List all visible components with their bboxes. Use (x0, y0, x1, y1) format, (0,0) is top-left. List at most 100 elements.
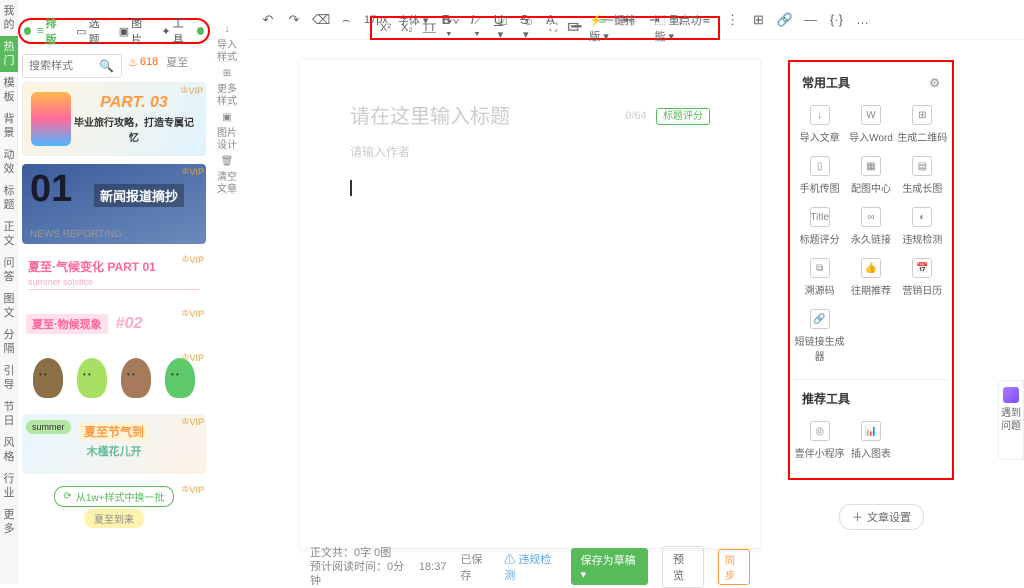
tt-button[interactable]: T̲T̲ (423, 22, 436, 34)
slash-button[interactable]: ⟋ ▾ (474, 15, 487, 41)
nav-guide[interactable]: 引导 (0, 360, 18, 396)
infinity-icon: ∞ (861, 207, 881, 227)
title-score-button[interactable]: 标题评分 (656, 108, 710, 125)
checkbox-button[interactable]: ☑ ▾ (498, 15, 513, 41)
table-button[interactable]: ⊞ (750, 12, 766, 28)
nav-industry[interactable]: 行业 (0, 468, 18, 504)
article-settings-button[interactable]: ＋ 文章设置 (839, 504, 924, 530)
text-count: 0字 0图 (354, 547, 391, 559)
tool-insert-chart[interactable]: 📊插入图表 (845, 417, 896, 464)
tool-icon: ✦ (161, 25, 170, 38)
template-card-2[interactable]: VIP 01 新闻报道摘抄 NEWS REPORTING (22, 164, 206, 244)
superscript-button[interactable]: X² (380, 22, 391, 34)
tool-permalink[interactable]: ∞永久链接 (845, 203, 896, 250)
grid-icon: ⊞ (220, 68, 234, 82)
search-input[interactable] (29, 60, 99, 72)
one-click-layout-button[interactable]: ⚡一键排版 ▾ (589, 12, 644, 44)
caret-button[interactable]: ⩒⩒ ▾ (446, 15, 464, 41)
common-tools-title: 常用工具 (802, 74, 850, 91)
card3-title: 夏至·气候变化 PART 01 (28, 258, 200, 275)
save-draft-button[interactable]: 保存为草稿 ▾ (571, 548, 648, 585)
cartoon-figure-4-icon (165, 358, 195, 398)
nav-motion[interactable]: 动效 (0, 144, 18, 180)
tab-tool[interactable]: ✦工具 (155, 15, 197, 47)
vip-badge: VIP (181, 484, 204, 495)
sec-import-style[interactable]: ↓导入样式 (214, 18, 240, 62)
template-card-5[interactable]: VIP (22, 350, 206, 406)
tool-qrcode[interactable]: ⊞生成二维码 (897, 101, 948, 148)
nav-title[interactable]: 标题 (0, 180, 18, 216)
sync-button[interactable]: 同步 (718, 549, 750, 585)
template-card-6[interactable]: VIP summer 夏至节气到 木槿花儿开 (22, 414, 206, 474)
author-input[interactable]: 请输入作者 (350, 143, 710, 160)
tool-import-word[interactable]: W导入Word (845, 101, 896, 148)
template-card-1[interactable]: VIP PART. 03 毕业旅行攻略，打造专属记忆 (22, 82, 206, 156)
tab-image[interactable]: ▣图片 (113, 15, 156, 47)
link-button[interactable]: 🔗 (776, 12, 792, 28)
key-features-button[interactable]: ⬚ 重点功能 ▾ (654, 12, 710, 44)
preview-button[interactable]: 预览 (662, 546, 704, 588)
tool-image-center[interactable]: ▦配图中心 (845, 152, 896, 199)
card6-subtitle: 木槿花儿开 (30, 443, 198, 459)
image-insert-button[interactable]: 🖾 (567, 19, 579, 38)
more-button[interactable]: … (854, 12, 870, 28)
nav-hot[interactable]: 热门 (0, 36, 18, 72)
card3-subtitle: summer solstice (28, 277, 200, 287)
help-float[interactable]: 遇到问题 (998, 380, 1024, 460)
title-input[interactable]: 请在这里输入标题 (350, 100, 510, 129)
tab-topic[interactable]: ▭选题 (70, 15, 113, 47)
sec-clear[interactable]: 🗑清空文章 (214, 150, 240, 194)
common-tools-grid: ↓导入文章 W导入Word ⊞生成二维码 ▯手机传图 ▦配图中心 ▤生成长图 T… (794, 95, 948, 373)
popsicle-icon (31, 92, 71, 146)
import-icon: ↓ (220, 24, 234, 38)
tool-shortlink[interactable]: 🔗短链接生成器 (794, 305, 845, 367)
vip-badge: VIP (181, 254, 204, 265)
tool-past-rec[interactable]: 👍往期推荐 (845, 254, 896, 301)
violation-check-link[interactable]: ⚠ 违规检测 (504, 551, 556, 583)
search-icon[interactable]: 🔍 (99, 59, 114, 73)
nav-imgtxt[interactable]: 图文 (0, 288, 18, 324)
tool-import-article[interactable]: ↓导入文章 (794, 101, 845, 148)
fullscreen-button[interactable]: ⛶ (550, 22, 558, 35)
nav-qa[interactable]: 问答 (0, 252, 18, 288)
nav-more[interactable]: 更多 (0, 504, 18, 540)
tool-violation[interactable]: ◐违规检测 (897, 203, 948, 250)
template-card-4[interactable]: VIP 夏至·物候现象 #02 (22, 306, 206, 342)
sec-img-design[interactable]: ▣图片设计 (214, 106, 240, 150)
subscript-button[interactable]: X₂ (401, 22, 413, 34)
nav-template[interactable]: 模板 (0, 72, 18, 108)
clear-format-button[interactable]: ⌫ (312, 12, 328, 28)
hr-button[interactable]: — (802, 12, 818, 28)
undo-button[interactable]: ↶ (260, 12, 276, 28)
format-brush-button[interactable]: ⌢ (338, 12, 354, 28)
nav-style[interactable]: 风格 (0, 432, 18, 468)
code-button[interactable]: {·} (828, 12, 844, 28)
nav-my[interactable]: 我的 (0, 0, 18, 36)
picture-icon: ▣ (220, 112, 234, 126)
redo-button[interactable]: ↷ (286, 12, 302, 28)
left-vertical-nav: 我的 热门 模板 背景 动效 标题 正文 问答 图文 分隔 引导 节日 风格 行… (0, 0, 18, 584)
tool-marketing-cal[interactable]: 📅营销日历 (897, 254, 948, 301)
emoji-button[interactable]: ☺ ▾ (523, 16, 540, 41)
tool-mobile-upload[interactable]: ▯手机传图 (794, 152, 845, 199)
saved-time: 18:37 (419, 561, 447, 573)
download-icon: ↓ (810, 105, 830, 125)
sec-more-style[interactable]: ⊞更多样式 (214, 62, 240, 106)
nav-bg[interactable]: 背景 (0, 108, 18, 144)
gear-icon[interactable]: ⚙ (929, 76, 940, 90)
tool-long-image[interactable]: ▤生成长图 (897, 152, 948, 199)
trending[interactable]: ♨ 618 夏至 (128, 54, 188, 70)
tool-trace-code[interactable]: ⧉溯源码 (794, 254, 845, 301)
phone-icon: ▯ (810, 156, 830, 176)
nav-divider[interactable]: 分隔 (0, 324, 18, 360)
handle-left-icon (24, 27, 31, 35)
tool-miniprogram[interactable]: ◎壹伴小程序 (794, 417, 845, 464)
shuffle-button[interactable]: ⟳从1w+样式中换一批 (54, 486, 173, 507)
list-ul-button[interactable]: ⋮ (724, 12, 740, 28)
tool-title-score[interactable]: Title标题评分 (794, 203, 845, 250)
template-card-7[interactable]: VIP ⟳从1w+样式中换一批 夏至到来 (22, 482, 206, 522)
template-card-3[interactable]: VIP 夏至·气候变化 PART 01 summer solstice (22, 252, 206, 298)
nav-festival[interactable]: 节日 (0, 396, 18, 432)
tab-layout[interactable]: ≡排版 (31, 15, 70, 47)
nav-body[interactable]: 正文 (0, 216, 18, 252)
